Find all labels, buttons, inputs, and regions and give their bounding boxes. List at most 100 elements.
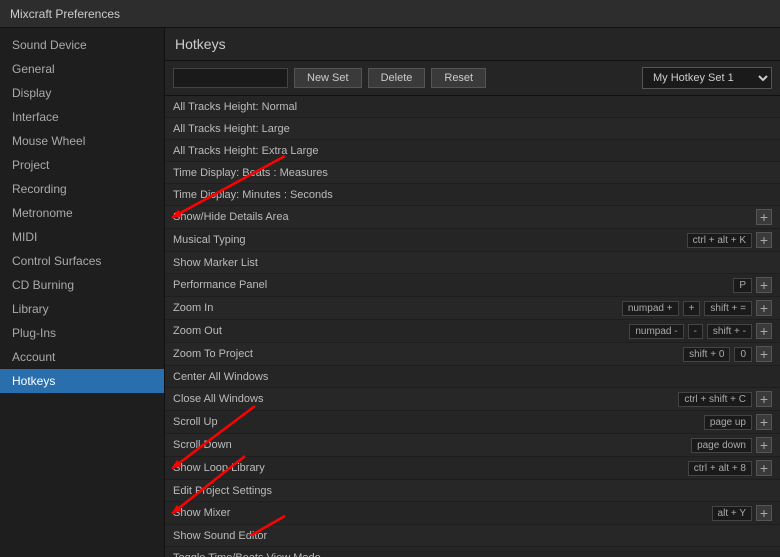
key-badge: 0 — [734, 347, 752, 362]
hotkey-row: Toggle Time/Beats View Mode — [165, 547, 780, 557]
add-hotkey-button[interactable]: + — [756, 391, 772, 407]
hotkey-keys: numpad + +shift + = — [622, 301, 752, 316]
hotkey-row: Performance PanelP + — [165, 274, 780, 297]
sidebar-item-control-surfaces[interactable]: Control Surfaces — [0, 249, 164, 273]
hotkey-row: Center All Windows — [165, 366, 780, 388]
hotkey-name: Zoom In — [173, 302, 622, 314]
sidebar-item-metronome[interactable]: Metronome — [0, 201, 164, 225]
key-badge: numpad - — [629, 324, 683, 339]
hotkey-name: Musical Typing — [173, 234, 687, 246]
hotkey-row: Time Display: Beats : Measures — [165, 162, 780, 184]
key-badge: ctrl + alt + 8 — [688, 461, 752, 476]
hotkey-row: Zoom Innumpad ++shift + =+ — [165, 297, 780, 320]
add-hotkey-button[interactable]: + — [756, 505, 772, 521]
hotkey-name: Show Loop Library — [173, 462, 688, 474]
key-badge: ctrl + alt + K — [687, 233, 752, 248]
hotkeys-list: All Tracks Height: Normal All Tracks Heig… — [165, 96, 780, 557]
hotkey-row: All Tracks Height: Extra Large — [165, 140, 780, 162]
key-badge: page down — [691, 438, 752, 453]
sidebar-item-recording[interactable]: Recording — [0, 177, 164, 201]
add-hotkey-button[interactable]: + — [756, 232, 772, 248]
sidebar-item-account[interactable]: Account — [0, 345, 164, 369]
hotkey-keys: alt + Y — [712, 506, 752, 521]
add-hotkey-button[interactable]: + — [756, 346, 772, 362]
key-badge: ctrl + shift + C — [678, 392, 752, 407]
add-hotkey-button[interactable]: + — [756, 460, 772, 476]
hotkey-row: Show Mixeralt + Y + — [165, 502, 780, 525]
content-area: Hotkeys New Set Delete Reset My Hotkey S… — [165, 28, 780, 557]
hotkey-name: All Tracks Height: Extra Large — [173, 145, 772, 157]
content-wrapper: All Tracks Height: Normal All Tracks Heig… — [165, 96, 780, 557]
delete-button[interactable]: Delete — [368, 68, 426, 88]
hotkey-set-select[interactable]: My Hotkey Set 1 — [642, 67, 772, 89]
hotkey-name: Show/Hide Details Area — [173, 211, 752, 223]
hotkey-name: Close All Windows — [173, 393, 678, 405]
hotkey-name: Show Marker List — [173, 257, 772, 269]
hotkey-row: Zoom To Projectshift + 0 0 + — [165, 343, 780, 366]
sidebar-item-display[interactable]: Display — [0, 81, 164, 105]
add-hotkey-button[interactable]: + — [756, 414, 772, 430]
hotkey-name: All Tracks Height: Large — [173, 123, 772, 135]
hotkey-keys: page down — [691, 438, 752, 453]
key-badge: shift + 0 — [683, 347, 730, 362]
hotkey-row: Show Marker List — [165, 252, 780, 274]
hotkey-keys: numpad --shift + - — [629, 324, 752, 339]
hotkey-name: Center All Windows — [173, 371, 772, 383]
title-bar: Mixcraft Preferences — [0, 0, 780, 28]
sidebar-item-interface[interactable]: Interface — [0, 105, 164, 129]
key-badge: shift + = — [704, 301, 752, 316]
sidebar-item-midi[interactable]: MIDI — [0, 225, 164, 249]
key-badge: page up — [704, 415, 752, 430]
key-badge: alt + Y — [712, 506, 752, 521]
hotkey-row: Zoom Outnumpad --shift + - + — [165, 320, 780, 343]
hotkey-row: Time Display: Minutes : Seconds — [165, 184, 780, 206]
hotkey-name: Zoom Out — [173, 325, 629, 337]
key-badge: numpad + — [622, 301, 679, 316]
hotkey-name: Edit Project Settings — [173, 485, 772, 497]
hotkey-row: Show Sound Editor — [165, 525, 780, 547]
hotkey-row: Show Loop Libraryctrl + alt + 8 + — [165, 457, 780, 480]
hotkey-name: Toggle Time/Beats View Mode — [173, 552, 772, 557]
key-badge: - — [688, 324, 703, 339]
hotkey-row: All Tracks Height: Normal — [165, 96, 780, 118]
key-badge: + — [683, 301, 701, 316]
hotkey-keys: ctrl + alt + K — [687, 233, 752, 248]
hotkey-row: Edit Project Settings — [165, 480, 780, 502]
hotkey-row: Musical Typingctrl + alt + K + — [165, 229, 780, 252]
sidebar-item-plug-ins[interactable]: Plug-Ins — [0, 321, 164, 345]
reset-button[interactable]: Reset — [431, 68, 486, 88]
hotkey-name: Show Sound Editor — [173, 530, 772, 542]
sidebar-item-project[interactable]: Project — [0, 153, 164, 177]
content-header: Hotkeys — [165, 28, 780, 61]
sidebar-item-sound-device[interactable]: Sound Device — [0, 33, 164, 57]
new-set-button[interactable]: New Set — [294, 68, 362, 88]
hotkey-keys: ctrl + alt + 8 — [688, 461, 752, 476]
add-hotkey-button[interactable]: + — [756, 300, 772, 316]
hotkey-name: Zoom To Project — [173, 348, 683, 360]
sidebar-item-mouse-wheel[interactable]: Mouse Wheel — [0, 129, 164, 153]
add-hotkey-button[interactable]: + — [756, 277, 772, 293]
hotkey-keys: ctrl + shift + C — [678, 392, 752, 407]
add-hotkey-button[interactable]: + — [756, 323, 772, 339]
sidebar-item-hotkeys[interactable]: Hotkeys — [0, 369, 164, 393]
sidebar-item-general[interactable]: General — [0, 57, 164, 81]
sidebar-item-cd-burning[interactable]: CD Burning — [0, 273, 164, 297]
add-hotkey-button[interactable]: + — [756, 209, 772, 225]
key-badge: shift + - — [707, 324, 752, 339]
search-input[interactable] — [173, 68, 288, 88]
hotkey-name: Time Display: Minutes : Seconds — [173, 189, 772, 201]
hotkey-row: Scroll Downpage down+ — [165, 434, 780, 457]
hotkey-row: All Tracks Height: Large — [165, 118, 780, 140]
sidebar: Sound DeviceGeneralDisplayInterfaceMouse… — [0, 28, 165, 557]
hotkey-keys: shift + 0 0 — [683, 347, 752, 362]
key-badge: P — [733, 278, 752, 293]
hotkey-name: Performance Panel — [173, 279, 733, 291]
add-hotkey-button[interactable]: + — [756, 437, 772, 453]
hotkey-name: Time Display: Beats : Measures — [173, 167, 772, 179]
hotkey-name: Show Mixer — [173, 507, 712, 519]
hotkey-name: All Tracks Height: Normal — [173, 101, 772, 113]
toolbar: New Set Delete Reset My Hotkey Set 1 — [165, 61, 780, 96]
sidebar-item-library[interactable]: Library — [0, 297, 164, 321]
main-layout: Sound DeviceGeneralDisplayInterfaceMouse… — [0, 28, 780, 557]
app-title: Mixcraft Preferences — [10, 7, 120, 21]
